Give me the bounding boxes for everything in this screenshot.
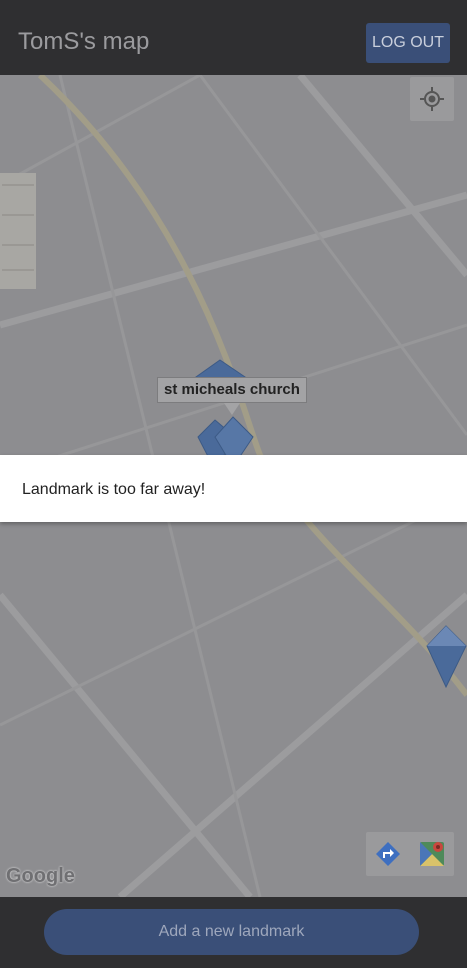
my-location-button[interactable] xyxy=(410,77,454,121)
map-toolbar xyxy=(366,832,454,876)
marker-info-label[interactable]: st micheals church xyxy=(157,377,307,403)
my-location-icon xyxy=(420,87,444,111)
open-maps-button[interactable] xyxy=(410,832,454,876)
directions-icon xyxy=(376,842,400,866)
page-title: TomS's map xyxy=(18,28,150,55)
directions-button[interactable] xyxy=(366,832,410,876)
app-bar: TomS's map LOG OUT xyxy=(0,0,467,75)
bottom-bar: Add a new landmark xyxy=(0,897,467,968)
google-maps-icon xyxy=(420,842,444,866)
add-landmark-button[interactable]: Add a new landmark xyxy=(44,909,419,955)
toast-message: Landmark is too far away! xyxy=(0,455,467,522)
google-logo: Google xyxy=(6,865,75,887)
logout-button[interactable]: LOG OUT xyxy=(366,23,450,63)
landmark-marker-icon[interactable] xyxy=(426,625,467,689)
toast-text: Landmark is too far away! xyxy=(22,481,206,498)
